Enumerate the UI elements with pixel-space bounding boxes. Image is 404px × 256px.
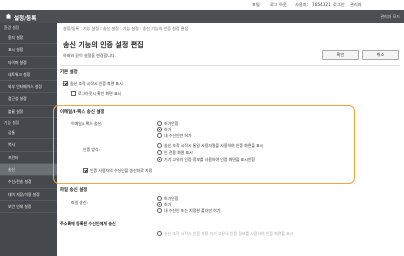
show-logout-confirm-label: 로그아웃시 확인 화면 표시 — [78, 91, 122, 96]
sidebar-item-copy[interactable]: 복사 — [0, 139, 57, 152]
sidebar-item-secure-print[interactable]: 보안 인쇄 설정 — [0, 201, 57, 214]
file-send-radio-deny[interactable] — [157, 196, 162, 201]
address-book-option-label: 송신 조작 시작시 인증 사용 기기 고유의 인증 정보를 사용하여 인증 화면… — [164, 231, 294, 236]
sidebar-item-display[interactable]: 표시 설정 — [0, 44, 57, 57]
sidebar-item-printer[interactable]: 프린터 — [0, 152, 57, 164]
page-title: 송신 기능의 인증 설정 편집 — [63, 41, 144, 49]
sidebar-item-receive-forward[interactable]: 수신/전송 설정 — [0, 176, 57, 189]
file-send-label: 파일 송신: — [71, 200, 88, 205]
breadcrumb: 설정/등록 : 기능 설정 : 송신 설정 : 기능 설정 : 송신 기능의 인… — [63, 26, 189, 31]
sidebar-item-common[interactable]: 공통 — [0, 127, 57, 140]
admin-name: 관리자 — [350, 2, 362, 7]
sidebar-item-external-interface[interactable]: 외부 인터페이스 설정 — [0, 81, 57, 94]
sidebar-section-env: 환경 설정 — [4, 25, 20, 30]
file-send-option-deny-label: 허가안함 — [164, 196, 179, 201]
cancel-button[interactable]: 취소 — [362, 50, 399, 60]
login-label: 로그인 — [333, 2, 345, 7]
sidebar-item-accessibility[interactable]: 접근성 설정 — [0, 93, 57, 106]
divider — [60, 65, 400, 66]
show-logout-confirm-row[interactable]: 로그아웃시 확인 화면 표시 — [71, 91, 121, 97]
user-label: 사용자: — [295, 2, 308, 7]
show-auth-on-send-label: 송신 조작 시작시 인증 화면 표시 — [70, 81, 123, 86]
file-send-option-own[interactable]: 내 수신인 또는 지정한 폴더만 허가 — [157, 208, 220, 214]
sidebar-item-paper[interactable]: 용지 설정 — [0, 32, 57, 45]
sidebar-item-network[interactable]: 네트워크 설정 — [0, 69, 57, 82]
user-id: 7654321 — [312, 2, 331, 7]
show-auth-on-send-row[interactable]: 송신 조작 시작시 인증 화면 표시 — [63, 81, 123, 87]
sidebar-item-data-storage[interactable]: 데이 저장/이용 설정 — [0, 189, 57, 201]
file-send-radio-allow[interactable] — [157, 202, 162, 207]
home-icon[interactable] — [5, 13, 12, 19]
file-send-radio-own[interactable] — [157, 208, 162, 213]
basic-settings-heading: 기본 설정 — [60, 70, 78, 75]
address-book-option[interactable]: 송신 조작 시작시 인증 사용 기기 고유의 인증 정보를 사용하여 인증 화면… — [157, 231, 293, 237]
sidebar-item-volume[interactable]: 볼륨 설정 — [0, 106, 57, 119]
portal-link[interactable]: 포털 — [252, 2, 260, 8]
file-send-option-own-label: 내 수신인 또는 지정한 폴더만 허가 — [164, 208, 221, 213]
address-book-heading: 주소록에 등록된 수신인에게 송신 — [60, 221, 116, 226]
file-send-option-allow-label: 허가 — [164, 202, 172, 207]
file-send-heading: 파일 송신 설정 — [60, 188, 88, 193]
show-auth-on-send-checkbox[interactable] — [63, 81, 68, 86]
highlight-frame — [53, 105, 355, 184]
app-header: 설정/등록 관리자 모드 — [0, 10, 404, 23]
sidebar: 환경 설정 용지 설정 표시 설정 타이머 설정 네트워크 설정 외부 인터페이… — [0, 23, 57, 256]
logout-link[interactable]: 로그 아웃 — [270, 2, 287, 8]
page-subtitle: 아래와 같이 설정을 변경합니다. — [63, 53, 116, 58]
show-logout-confirm-checkbox[interactable] — [71, 91, 76, 96]
admin-mode-label: 관리자 모드 — [380, 14, 400, 19]
sidebar-item-send[interactable]: 송신 — [0, 163, 57, 177]
app-title: 설정/등록 — [14, 15, 37, 22]
ok-button[interactable]: 확인 — [322, 50, 359, 60]
address-book-radio[interactable] — [157, 231, 162, 236]
sidebar-section-function: 기능 설정 — [4, 120, 20, 126]
sidebar-item-timer[interactable]: 타이머 설정 — [0, 57, 57, 69]
